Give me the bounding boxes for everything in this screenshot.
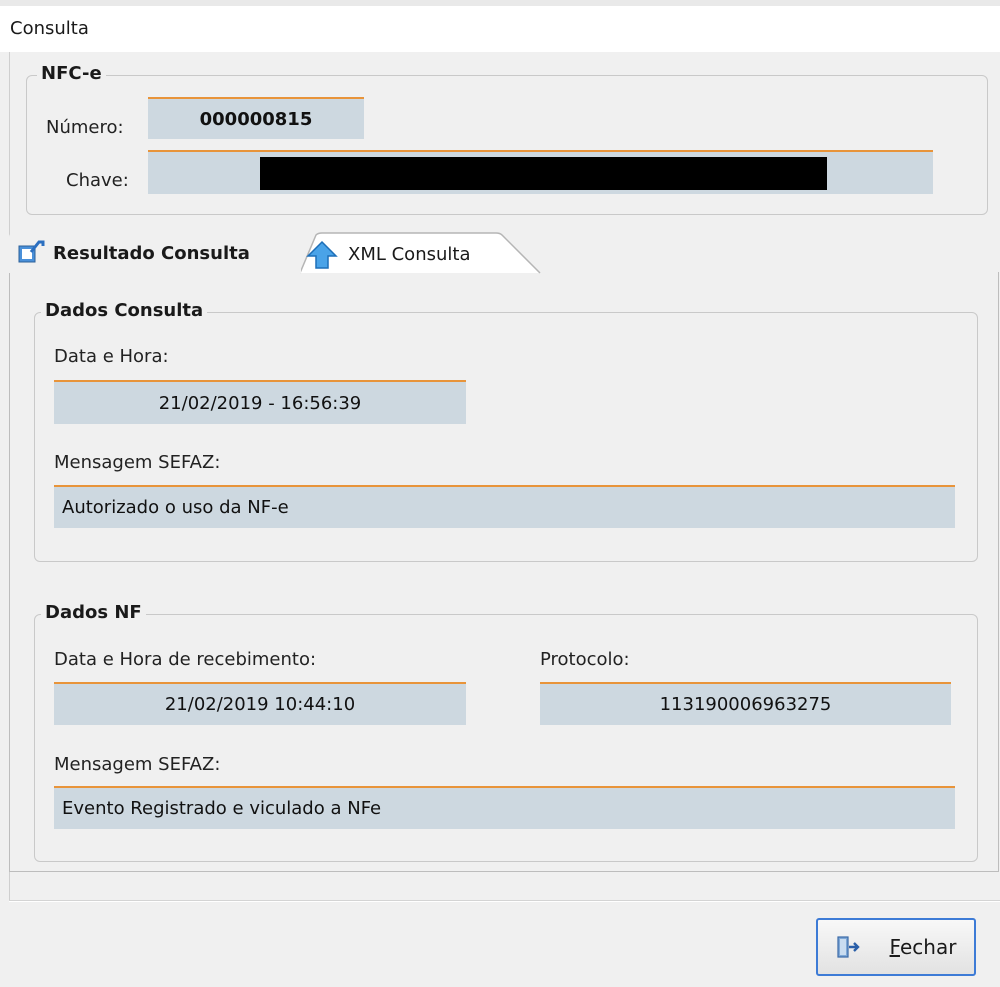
arrow-up-icon xyxy=(306,240,338,274)
nfce-group: NFC-e xyxy=(26,63,988,215)
data-hora-value: 21/02/2019 - 16:56:39 xyxy=(158,392,362,414)
result-icon xyxy=(17,238,47,269)
numero-value: 000000815 xyxy=(199,108,313,130)
consulta-window: Consulta NFC-e Número: 000000815 Chave: … xyxy=(0,0,1000,987)
tab-resultado-consulta[interactable]: Resultado Consulta xyxy=(9,233,301,273)
footer-separator xyxy=(9,900,1000,902)
chave-label: Chave: xyxy=(66,170,129,191)
recebimento-value: 21/02/2019 10:44:10 xyxy=(164,694,356,715)
numero-field: 000000815 xyxy=(148,97,364,139)
chave-redaction xyxy=(260,157,827,190)
mensagem-nf-value: Evento Registrado e viculado a NFe xyxy=(62,798,382,819)
mensagem-consulta-value: Autorizado o uso da NF-e xyxy=(62,497,289,518)
protocolo-value: 113190006963275 xyxy=(659,694,832,715)
tab-resultado-consulta-label: Resultado Consulta xyxy=(53,242,250,264)
numero-label: Número: xyxy=(46,117,124,138)
recebimento-label: Data e Hora de recebimento: xyxy=(54,649,317,670)
mensagem-consulta-field: Autorizado o uso da NF-e xyxy=(54,485,955,528)
tab-xml-consulta-label[interactable]: XML Consulta xyxy=(348,244,470,265)
window-titlebar: Consulta xyxy=(0,0,1000,52)
recebimento-field: 21/02/2019 10:44:10 xyxy=(54,682,466,725)
nfce-legend: NFC-e xyxy=(37,63,106,84)
mensagem-nf-field: Evento Registrado e viculado a NFe xyxy=(54,786,955,829)
fechar-button[interactable]: Fechar xyxy=(816,918,976,976)
window-title: Consulta xyxy=(10,18,89,39)
protocolo-field: 113190006963275 xyxy=(540,682,951,725)
mensagem-consulta-label: Mensagem SEFAZ: xyxy=(54,452,221,473)
exit-door-icon xyxy=(836,934,862,960)
fechar-label: Fechar xyxy=(889,935,957,959)
dados-consulta-legend: Dados Consulta xyxy=(41,300,208,321)
dados-nf-legend: Dados NF xyxy=(41,602,146,623)
titlebar-strip xyxy=(0,0,1000,6)
protocolo-label: Protocolo: xyxy=(540,649,630,670)
data-hora-label: Data e Hora: xyxy=(54,346,169,367)
mensagem-nf-label: Mensagem SEFAZ: xyxy=(54,754,221,775)
data-hora-field: 21/02/2019 - 16:56:39 xyxy=(54,380,466,424)
